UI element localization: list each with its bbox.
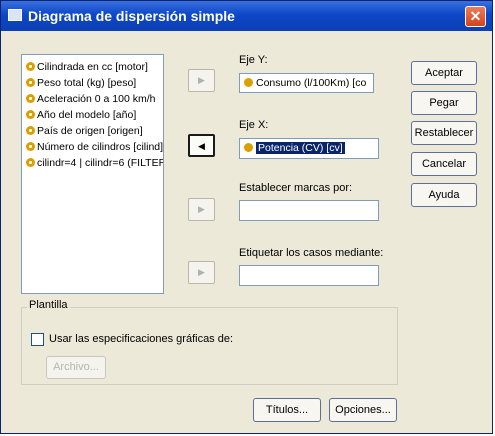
x-axis-field[interactable]: Potencia (CV) [cv] — [239, 138, 379, 159]
variable-list[interactable]: Cilindrada en cc [motor] Peso total (kg)… — [21, 54, 164, 294]
scale-variable-icon — [26, 158, 35, 167]
scatter-dialog: Diagrama de dispersión simple ✕ Cilindra… — [0, 0, 493, 434]
paste-button[interactable]: Pegar — [411, 91, 477, 115]
file-button: Archivo... — [46, 356, 106, 379]
scale-variable-icon — [244, 143, 253, 152]
window-icon — [8, 9, 22, 21]
use-template-label: Usar las especificaciones gráficas de: — [49, 333, 234, 345]
options-button[interactable]: Opciones... — [329, 398, 397, 422]
scale-variable-icon — [26, 142, 35, 151]
titles-button[interactable]: Títulos... — [253, 398, 321, 422]
markers-label: Establecer marcas por: — [239, 182, 353, 194]
scale-variable-icon — [26, 78, 35, 87]
list-item[interactable]: Número de cilindros [cilind] — [26, 141, 163, 156]
move-from-x-axis-button[interactable]: ◀ — [188, 134, 215, 157]
list-item[interactable]: Aceleración 0 a 100 km/h — [26, 93, 155, 108]
scale-variable-icon — [26, 126, 35, 135]
use-template-checkbox[interactable] — [31, 333, 44, 346]
y-axis-field[interactable]: Consumo (l/100Km) [co — [239, 73, 374, 93]
scale-variable-icon — [244, 78, 253, 87]
list-item[interactable]: Cilindrada en cc [motor] — [26, 61, 148, 76]
move-to-markers-button[interactable]: ▶ — [188, 198, 215, 221]
reset-button[interactable]: Restablecer — [411, 121, 477, 145]
case-labels-label: Etiquetar los casos mediante: — [239, 247, 384, 259]
list-item[interactable]: Peso total (kg) [peso] — [26, 77, 136, 92]
template-group-title: Plantilla — [27, 299, 70, 311]
scale-variable-icon — [26, 94, 35, 103]
move-to-case-labels-button[interactable]: ▶ — [188, 261, 215, 284]
help-button[interactable]: Ayuda — [411, 183, 477, 207]
ok-button[interactable]: Aceptar — [411, 61, 477, 85]
case-labels-field[interactable] — [239, 265, 379, 286]
y-axis-label: Eje Y: — [239, 54, 268, 66]
scale-variable-icon — [26, 62, 35, 71]
list-item[interactable]: Año del modelo [año] — [26, 109, 136, 124]
list-item[interactable]: País de origen [origen] — [26, 125, 143, 140]
title-bar: Diagrama de dispersión simple ✕ — [1, 1, 492, 31]
close-button[interactable]: ✕ — [465, 6, 486, 27]
cancel-button[interactable]: Cancelar — [411, 152, 477, 176]
window-title: Diagrama de dispersión simple — [28, 8, 235, 24]
list-item[interactable]: cilindr=4 | cilindr=6 (FILTER) — [26, 157, 163, 172]
move-to-y-axis-button[interactable]: ▶ — [188, 69, 215, 92]
markers-field[interactable] — [239, 200, 379, 221]
scale-variable-icon — [26, 110, 35, 119]
x-axis-label: Eje X: — [239, 119, 269, 131]
